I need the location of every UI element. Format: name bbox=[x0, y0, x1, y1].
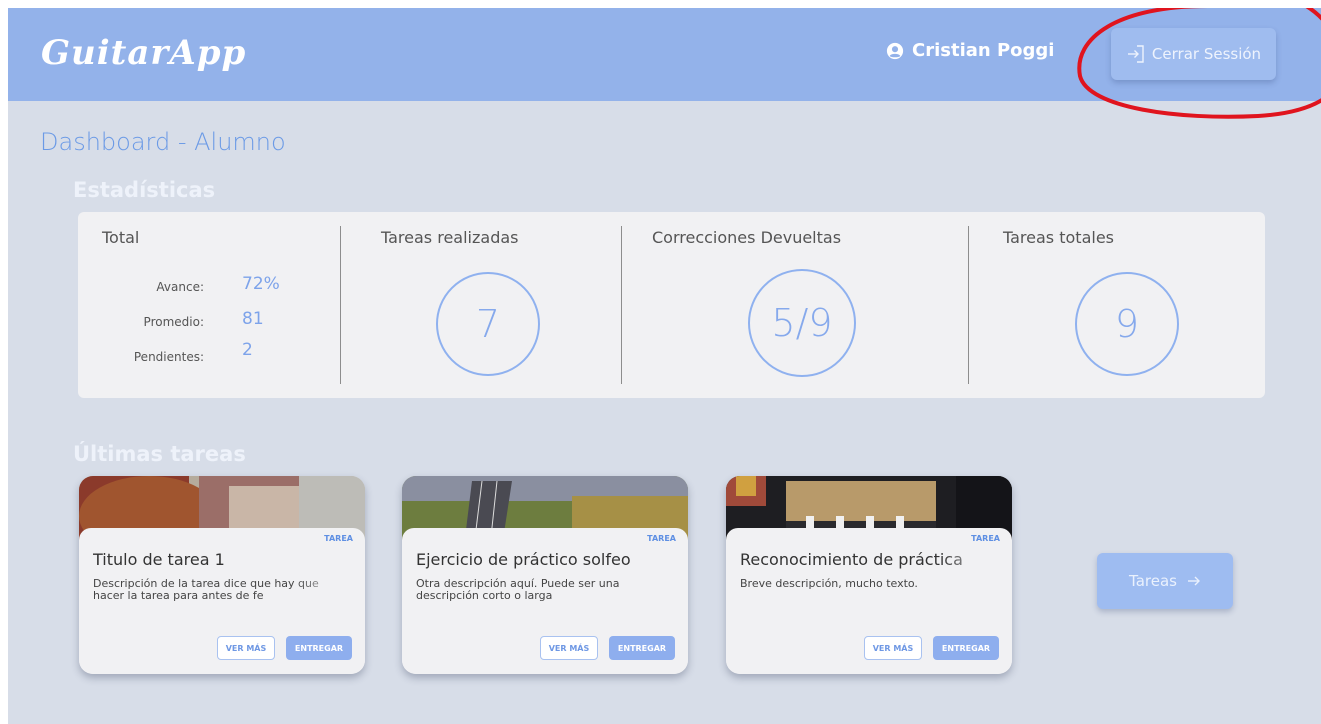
task-card[interactable]: TAREA Ejercicio de práctico solfeo Otra … bbox=[402, 476, 688, 674]
task-title-text: Reconocimiento de práctica bbox=[740, 550, 963, 569]
task-body: TAREA Reconocimiento de práctica Breve d… bbox=[726, 528, 1012, 674]
pendientes-value: 2 bbox=[242, 340, 253, 360]
task-card[interactable]: TAREA Reconocimiento de práctica Breve d… bbox=[726, 476, 1012, 674]
stat-corrections-title: Correcciones Devueltas bbox=[652, 228, 842, 247]
stat-total-tasks-title: Tareas totales bbox=[1003, 228, 1114, 247]
task-title: Ejercicio de práctico solfeo bbox=[416, 550, 631, 569]
logout-button[interactable]: Cerrar Sessión bbox=[1111, 28, 1276, 80]
task-card[interactable]: TAREA Titulo de tarea 1 Descripción de l… bbox=[79, 476, 365, 674]
task-title: Titulo de tarea 1 bbox=[93, 550, 225, 569]
task-tag: TAREA bbox=[971, 534, 1000, 543]
stat-total-tasks: Tareas totales 9 bbox=[969, 212, 1265, 398]
corrections-ring: 5/9 bbox=[748, 269, 856, 377]
page-title: Dashboard - Alumno bbox=[40, 128, 286, 156]
app-window: GuitarApp Cristian Poggi Cerrar Sessión … bbox=[8, 8, 1321, 724]
text-fade bbox=[940, 550, 1000, 569]
stat-total: Total Avance: 72% Promedio: 81 Pendiente… bbox=[78, 212, 340, 398]
stats-card: Total Avance: 72% Promedio: 81 Pendiente… bbox=[78, 212, 1265, 398]
top-header: GuitarApp Cristian Poggi Cerrar Sessión bbox=[8, 8, 1321, 101]
promedio-label: Promedio: bbox=[143, 315, 204, 329]
stat-corrections: Correcciones Devueltas 5/9 bbox=[622, 212, 968, 398]
submit-button[interactable]: ENTREGAR bbox=[286, 636, 352, 660]
stats-section-title: Estadísticas bbox=[73, 178, 216, 202]
pendientes-label: Pendientes: bbox=[133, 350, 204, 364]
task-description-text: Descripción de la tarea dice que hay que… bbox=[93, 578, 319, 602]
all-tasks-button[interactable]: Tareas bbox=[1097, 553, 1233, 609]
task-body: TAREA Titulo de tarea 1 Descripción de l… bbox=[79, 528, 365, 674]
task-body: TAREA Ejercicio de práctico solfeo Otra … bbox=[402, 528, 688, 674]
user-circle-icon bbox=[886, 42, 904, 59]
user-name: Cristian Poggi bbox=[912, 40, 1055, 61]
all-tasks-label: Tareas bbox=[1129, 572, 1177, 590]
completed-ring: 7 bbox=[436, 272, 540, 376]
task-tag: TAREA bbox=[324, 534, 353, 543]
promedio-value: 81 bbox=[242, 309, 264, 329]
avance-value: 72% bbox=[242, 274, 280, 294]
sign-in-arrow-icon bbox=[1127, 45, 1144, 63]
avance-label: Avance: bbox=[156, 280, 204, 294]
total-tasks-ring: 9 bbox=[1075, 272, 1179, 376]
text-fade bbox=[293, 578, 353, 604]
task-title: Reconocimiento de práctica bbox=[740, 550, 1000, 569]
task-description: Breve descripción, mucho texto. bbox=[740, 578, 918, 590]
user-profile[interactable]: Cristian Poggi bbox=[886, 40, 1054, 61]
task-description: Otra descripción aquí. Puede ser una des… bbox=[416, 578, 620, 602]
view-more-button[interactable]: VER MÁS bbox=[217, 636, 275, 660]
stat-completed: Tareas realizadas 7 bbox=[341, 212, 621, 398]
submit-button[interactable]: ENTREGAR bbox=[609, 636, 675, 660]
arrow-right-icon bbox=[1187, 576, 1200, 586]
submit-button[interactable]: ENTREGAR bbox=[933, 636, 999, 660]
brand-logo[interactable]: GuitarApp bbox=[41, 33, 246, 73]
logout-label: Cerrar Sessión bbox=[1151, 45, 1262, 63]
view-more-button[interactable]: VER MÁS bbox=[864, 636, 922, 660]
tasks-section-title: Últimas tareas bbox=[73, 442, 246, 466]
task-tag: TAREA bbox=[647, 534, 676, 543]
stat-completed-title: Tareas realizadas bbox=[381, 228, 519, 247]
view-more-button[interactable]: VER MÁS bbox=[540, 636, 598, 660]
task-description: Descripción de la tarea dice que hay que… bbox=[93, 578, 353, 604]
stat-total-title: Total bbox=[102, 228, 140, 247]
